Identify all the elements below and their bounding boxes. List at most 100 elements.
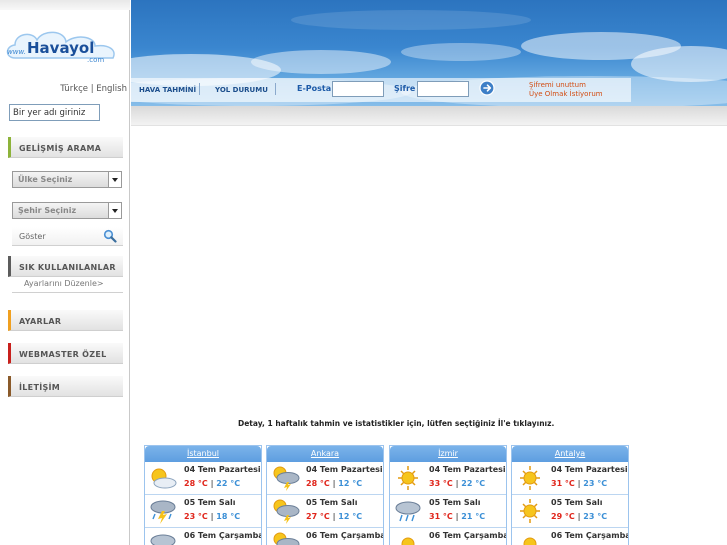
register-link[interactable]: Üye Olmak İstiyorum <box>529 90 603 98</box>
forecast-temps: 33 °C | 22 °C <box>429 479 486 488</box>
sun-storm-icon <box>273 466 300 491</box>
password-field[interactable] <box>417 81 469 97</box>
rain-icon <box>395 501 421 522</box>
settings-header[interactable]: AYARLAR <box>8 310 123 331</box>
forecast-date: 04 Tem Pazartesi <box>551 465 628 474</box>
forecast-temps: 31 °C | 21 °C <box>429 512 486 521</box>
nav-weather-forecast[interactable]: HAVA TAHMİNİ <box>139 86 196 94</box>
city-select[interactable]: Şehir Seçiniz <box>12 202 122 219</box>
place-search-input[interactable] <box>9 104 100 121</box>
high-temp: 29 °C <box>551 512 575 521</box>
city-link[interactable]: İzmir <box>390 446 506 462</box>
lang-turkish[interactable]: Türkçe <box>60 84 88 94</box>
country-select-value: Ülke Seçiniz <box>18 175 73 184</box>
lang-english[interactable]: English <box>96 84 127 94</box>
forecast-day[interactable]: 06 Tem Çarşamba <box>267 528 383 545</box>
sunny-icon <box>401 537 415 545</box>
high-temp: 27 °C <box>306 512 330 521</box>
city-link[interactable]: İstanbul <box>145 446 261 462</box>
chevron-down-icon[interactable] <box>108 203 121 218</box>
sunny-icon <box>523 537 537 545</box>
forecast-date: 05 Tem Salı <box>306 498 358 507</box>
forecast-temps: 27 °C | 12 °C <box>306 512 363 521</box>
city-card-istanbul: İstanbul 04 Tem Pazartesi 28 °C | 22 °C … <box>144 445 262 545</box>
forgot-password-link[interactable]: Şifremi unuttum <box>529 81 586 89</box>
sun-storm-icon <box>273 532 300 545</box>
forecast-day[interactable]: 04 Tem Pazartesi 31 °C | 23 °C <box>512 462 628 495</box>
nav-separator <box>199 83 200 95</box>
forecast-temps: 31 °C | 23 °C <box>551 479 608 488</box>
low-temp: 12 °C <box>338 479 363 488</box>
low-temp: 23 °C <box>583 512 608 521</box>
high-temp: 23 °C <box>184 512 208 521</box>
low-temp: 21 °C <box>461 512 486 521</box>
show-label: Göster <box>19 232 46 241</box>
advanced-search-header[interactable]: GELİŞMİŞ ARAMA <box>8 137 123 158</box>
magnifier-icon[interactable] <box>103 229 117 243</box>
rain-icon <box>150 534 176 545</box>
partly-cloudy-icon <box>151 468 177 489</box>
country-select[interactable]: Ülke Seçiniz <box>12 171 122 188</box>
svg-text:www.: www. <box>7 48 26 56</box>
city-link[interactable]: Antalya <box>512 446 628 462</box>
edit-settings-link[interactable]: Ayarlarını Düzenle> <box>12 277 123 293</box>
forecast-day[interactable]: 06 Tem Çarşamba <box>145 528 261 545</box>
city-card-ankara: Ankara 04 Tem Pazartesi 28 °C | 12 °C 05… <box>266 445 384 545</box>
login-go-icon[interactable] <box>479 80 495 96</box>
forecast-temps: 28 °C | 22 °C <box>184 479 241 488</box>
forecast-date: 04 Tem Pazartesi <box>306 465 383 474</box>
low-temp: 18 °C <box>216 512 241 521</box>
language-switch: Türkçe | English <box>0 84 127 94</box>
forecast-temps: 28 °C | 12 °C <box>306 479 363 488</box>
high-temp: 28 °C <box>184 479 208 488</box>
show-button[interactable]: Göster <box>12 227 123 246</box>
forecast-day[interactable]: 04 Tem Pazartesi 28 °C | 12 °C <box>267 462 383 495</box>
forecast-day[interactable]: 06 Tem Çarşamba <box>512 528 628 545</box>
forecast-date: 06 Tem Çarşamba <box>429 531 507 540</box>
contact-header[interactable]: İLETİŞİM <box>8 376 123 397</box>
forecast-temps: 23 °C | 18 °C <box>184 512 241 521</box>
frequent-header[interactable]: SIK KULLANILANLAR <box>8 256 123 277</box>
forecast-date: 04 Tem Pazartesi <box>184 465 261 474</box>
svg-text:.com: .com <box>87 56 104 64</box>
city-link[interactable]: Ankara <box>267 446 383 462</box>
nav-separator <box>275 83 276 95</box>
email-field[interactable] <box>332 81 384 97</box>
forecast-day[interactable]: 05 Tem Salı 31 °C | 21 °C <box>390 495 506 528</box>
forecast-date: 04 Tem Pazartesi <box>429 465 506 474</box>
high-temp: 31 °C <box>429 512 453 521</box>
nav-road-status[interactable]: YOL DURUMU <box>215 86 268 94</box>
logo-band <box>0 0 130 10</box>
forecast-temps: 29 °C | 23 °C <box>551 512 608 521</box>
sun-storm-icon <box>273 499 300 524</box>
detail-instruction: Detay, 1 haftalık tahmin ve istatistikle… <box>238 419 555 428</box>
high-temp: 31 °C <box>551 479 575 488</box>
header-sub-bar <box>131 106 727 126</box>
city-card-izmir: İzmir 04 Tem Pazartesi 33 °C | 22 °C 05 … <box>389 445 507 545</box>
forecast-day[interactable]: 05 Tem Salı 29 °C | 23 °C <box>512 495 628 528</box>
forecast-date: 06 Tem Çarşamba <box>551 531 629 540</box>
low-temp: 22 °C <box>461 479 486 488</box>
sunny-icon <box>520 466 540 490</box>
low-temp: 23 °C <box>583 479 608 488</box>
city-select-value: Şehir Seçiniz <box>18 206 77 215</box>
forecast-day[interactable]: 04 Tem Pazartesi 33 °C | 22 °C <box>390 462 506 495</box>
forecast-day[interactable]: 05 Tem Salı 23 °C | 18 °C <box>145 495 261 528</box>
webmaster-header[interactable]: WEBMASTER ÖZEL <box>8 343 123 364</box>
forecast-date: 05 Tem Salı <box>429 498 481 507</box>
forecast-date: 06 Tem Çarşamba <box>306 531 384 540</box>
forecast-day[interactable]: 04 Tem Pazartesi 28 °C | 22 °C <box>145 462 261 495</box>
lang-separator: | <box>90 84 94 94</box>
chevron-down-icon[interactable] <box>108 172 121 187</box>
forecast-day[interactable]: 06 Tem Çarşamba <box>390 528 506 545</box>
havayol-logo[interactable]: www. Havayol .com <box>3 24 125 64</box>
sunny-icon <box>520 499 540 523</box>
city-card-antalya: Antalya 04 Tem Pazartesi 31 °C | 23 °C 0… <box>511 445 629 545</box>
forecast-date: 06 Tem Çarşamba <box>184 531 262 540</box>
forecast-date: 05 Tem Salı <box>184 498 236 507</box>
forecast-day[interactable]: 05 Tem Salı 27 °C | 12 °C <box>267 495 383 528</box>
email-label: E-Posta <box>297 84 332 93</box>
top-nav-bar: HAVA TAHMİNİ YOL DURUMU E-Posta Şifre Şi… <box>131 78 631 102</box>
high-temp: 28 °C <box>306 479 330 488</box>
low-temp: 12 °C <box>338 512 363 521</box>
